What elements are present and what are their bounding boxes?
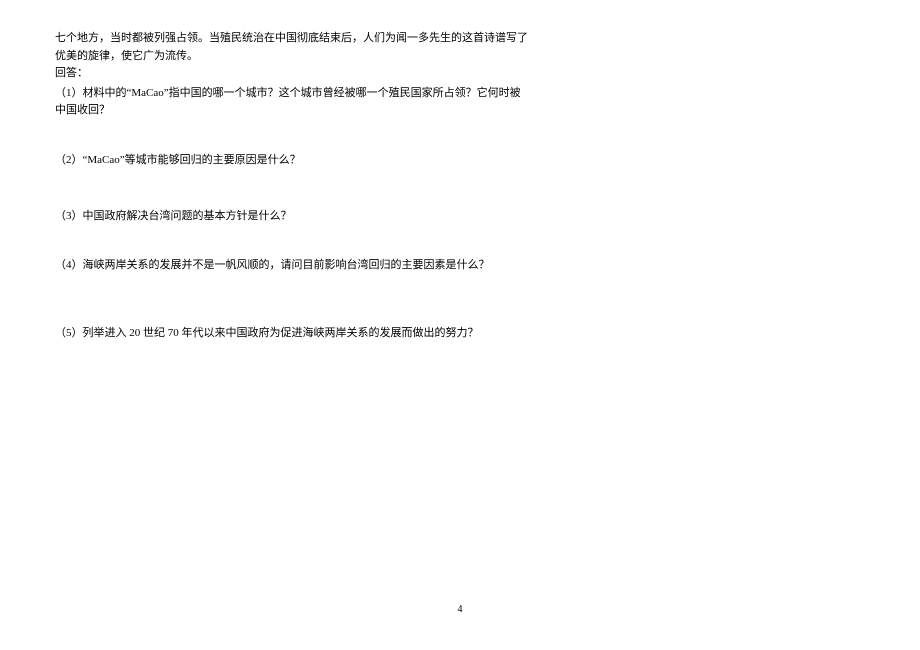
question-3: （3）中国政府解决台湾问题的基本方针是什么？ — [55, 208, 865, 226]
question-2: （2）“MaCao”等城市能够回归的主要原因是什么？ — [55, 152, 865, 170]
question-5-text: （5）列举进入 20 世纪 70 年代以来中国政府为促进海峡两岸关系的发展而做出… — [55, 325, 865, 343]
answer-space-4 — [55, 277, 865, 325]
question-4-text: （4）海峡两岸关系的发展并不是一帆风顺的，请问目前影响台湾回归的主要因素是什么？ — [55, 257, 865, 275]
question-1: （1）材料中的“MaCao”指中国的哪一个城市？这个城市曾经被哪一个殖民国家所占… — [55, 85, 865, 120]
page-number: 4 — [0, 602, 920, 618]
question-1-line-1: （1）材料中的“MaCao”指中国的哪一个城市？这个城市曾经被哪一个殖民国家所占… — [55, 85, 865, 103]
question-4: （4）海峡两岸关系的发展并不是一帆风顺的，请问目前影响台湾回归的主要因素是什么？ — [55, 257, 865, 275]
intro-paragraph: 七个地方，当时都被列强占领。当殖民统治在中国彻底结束后，人们为闻一多先生的这首诗… — [55, 30, 865, 83]
intro-line-2: 优美的旋律，使它广为流传。 — [55, 48, 865, 66]
answer-space-3 — [55, 227, 865, 257]
intro-line-3: 回答： — [55, 65, 865, 83]
answer-space-1 — [55, 122, 865, 152]
answer-space-2 — [55, 172, 865, 208]
document-content: 七个地方，当时都被列强占领。当殖民统治在中国彻底结束后，人们为闻一多先生的这首诗… — [0, 0, 920, 342]
question-5: （5）列举进入 20 世纪 70 年代以来中国政府为促进海峡两岸关系的发展而做出… — [55, 325, 865, 343]
question-3-text: （3）中国政府解决台湾问题的基本方针是什么？ — [55, 208, 865, 226]
question-2-text: （2）“MaCao”等城市能够回归的主要原因是什么？ — [55, 152, 865, 170]
intro-line-1: 七个地方，当时都被列强占领。当殖民统治在中国彻底结束后，人们为闻一多先生的这首诗… — [55, 30, 865, 48]
question-1-line-2: 中国收回？ — [55, 102, 865, 120]
